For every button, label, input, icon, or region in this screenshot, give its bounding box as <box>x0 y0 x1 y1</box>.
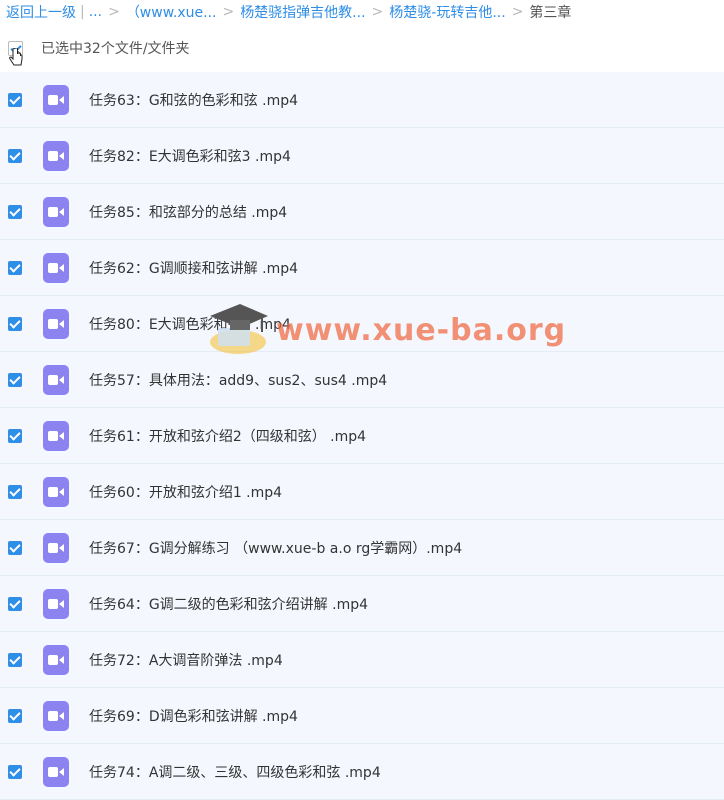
file-checkbox[interactable] <box>8 764 22 779</box>
file-name[interactable]: 任务64：G调二级的色彩和弦介绍讲解 .mp4 <box>89 594 368 614</box>
video-file-icon <box>43 700 69 731</box>
file-checkbox[interactable] <box>8 316 22 331</box>
file-checkbox[interactable] <box>8 92 22 107</box>
file-checkbox[interactable] <box>8 372 22 387</box>
file-checkbox[interactable] <box>8 260 22 275</box>
file-name[interactable]: 任务60：开放和弦介绍1 .mp4 <box>89 482 282 502</box>
selection-count: 已选中32个文件/文件夹 <box>41 41 190 57</box>
file-row[interactable]: 任务69：D调色彩和弦讲解 .mp4 <box>0 688 724 744</box>
file-name[interactable]: 任务61：开放和弦介绍2（四级和弦） .mp4 <box>89 426 366 446</box>
breadcrumb-separator: > <box>511 4 524 20</box>
file-name[interactable]: 任务62：G调顺接和弦讲解 .mp4 <box>89 258 298 278</box>
file-row[interactable]: 任务74：A调二级、三级、四级色彩和弦 .mp4 <box>0 744 724 800</box>
video-file-icon <box>43 532 69 563</box>
file-checkbox[interactable] <box>8 540 22 555</box>
video-file-icon <box>43 476 69 507</box>
video-file-icon <box>43 196 69 227</box>
file-name[interactable]: 任务85：和弦部分的总结 .mp4 <box>89 202 287 222</box>
video-file-icon <box>43 364 69 395</box>
breadcrumb-separator: > <box>108 4 120 20</box>
file-checkbox[interactable] <box>8 708 22 723</box>
file-row[interactable]: 任务62：G调顺接和弦讲解 .mp4 <box>0 240 724 296</box>
back-link[interactable]: 返回上一级 <box>6 2 76 22</box>
breadcrumb-current: 第三章 <box>529 5 572 21</box>
file-row[interactable]: 任务85：和弦部分的总结 .mp4 <box>0 184 724 240</box>
video-file-icon <box>43 84 69 115</box>
file-row[interactable]: 任务80：E大调色彩和弦2 .mp4 <box>0 296 724 352</box>
file-row[interactable]: 任务64：G调二级的色彩和弦介绍讲解 .mp4 <box>0 576 724 632</box>
file-row[interactable]: 任务72：A大调音阶弹法 .mp4 <box>0 632 724 688</box>
file-checkbox[interactable] <box>8 428 22 443</box>
breadcrumb-divider: | <box>80 4 85 20</box>
file-checkbox[interactable] <box>8 484 22 499</box>
file-row[interactable]: 任务60：开放和弦介绍1 .mp4 <box>0 464 724 520</box>
video-file-icon <box>43 308 69 339</box>
breadcrumb: 返回上一级 | ... > （www.xue... > 杨楚骁指弹吉他教... … <box>0 0 724 24</box>
breadcrumb-item[interactable]: （www.xue... <box>126 2 217 22</box>
file-checkbox[interactable] <box>8 652 22 667</box>
file-checkbox[interactable] <box>8 596 22 611</box>
video-file-icon <box>43 420 69 451</box>
file-checkbox[interactable] <box>8 204 22 219</box>
video-file-icon <box>43 756 69 787</box>
file-row[interactable]: 任务82：E大调色彩和弦3 .mp4 <box>0 128 724 184</box>
file-checkbox[interactable] <box>8 148 22 163</box>
file-list: 任务63：G和弦的色彩和弦 .mp4 任务82：E大调色彩和弦3 .mp4 任务85… <box>0 72 724 800</box>
file-name[interactable]: 任务80：E大调色彩和弦2 .mp4 <box>89 314 291 334</box>
video-file-icon <box>43 644 69 675</box>
breadcrumb-item[interactable]: 杨楚骁-玩转吉他... <box>389 2 505 22</box>
file-name[interactable]: 任务74：A调二级、三级、四级色彩和弦 .mp4 <box>89 762 381 782</box>
breadcrumb-separator: > <box>371 4 384 20</box>
file-name[interactable]: 任务57：具体用法：add9、sus2、sus4 .mp4 <box>89 370 387 390</box>
breadcrumb-ellipsis[interactable]: ... <box>89 4 102 20</box>
breadcrumb-separator: > <box>222 4 235 20</box>
file-name[interactable]: 任务67：G调分解练习 （www.xue-b a.o rg学霸网）.mp4 <box>89 538 462 558</box>
video-file-icon <box>43 252 69 283</box>
file-row[interactable]: 任务57：具体用法：add9、sus2、sus4 .mp4 <box>0 352 724 408</box>
selection-bar: 已选中32个文件/文件夹 <box>0 24 724 72</box>
file-name[interactable]: 任务63：G和弦的色彩和弦 .mp4 <box>89 90 298 110</box>
video-file-icon <box>43 588 69 619</box>
video-file-icon <box>43 140 69 171</box>
hand-cursor-icon <box>9 48 23 66</box>
file-row[interactable]: 任务61：开放和弦介绍2（四级和弦） .mp4 <box>0 408 724 464</box>
file-name[interactable]: 任务69：D调色彩和弦讲解 .mp4 <box>89 706 298 726</box>
file-row[interactable]: 任务63：G和弦的色彩和弦 .mp4 <box>0 72 724 128</box>
file-row[interactable]: 任务67：G调分解练习 （www.xue-b a.o rg学霸网）.mp4 <box>0 520 724 576</box>
file-name[interactable]: 任务72：A大调音阶弹法 .mp4 <box>89 650 283 670</box>
file-name[interactable]: 任务82：E大调色彩和弦3 .mp4 <box>89 146 291 166</box>
breadcrumb-item[interactable]: 杨楚骁指弹吉他教... <box>240 2 365 22</box>
